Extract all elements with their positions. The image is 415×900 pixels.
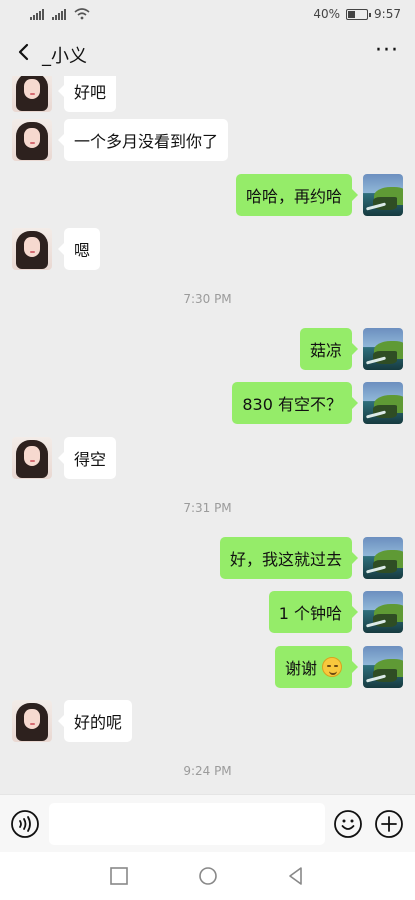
message-bubble[interactable]: 好的呢 [57,700,133,742]
message-left: 好的呢 [0,700,415,742]
message-right: 830 有空不？ [0,382,415,424]
square-icon[interactable] [109,866,129,886]
contact-avatar[interactable] [12,700,52,742]
timestamp: 9:24 PM [183,764,232,778]
contact-avatar[interactable] [12,76,52,112]
message-left: 一个多月没看到你了 [0,119,415,161]
message-right: 哈哈，再约哈 [0,174,415,216]
user-avatar[interactable] [363,328,403,370]
message-bubble[interactable]: 谢谢 [274,646,359,688]
message-left: 好吧 [0,76,415,112]
voice-icon[interactable] [10,809,40,839]
message-text: 好吧 [74,83,107,102]
message-bubble[interactable]: 得空 [57,437,117,479]
message-input-bar [0,794,415,852]
wifi-icon [74,8,90,20]
status-bar: 40% 9:57 [0,0,415,30]
more-dots-icon[interactable]: ··· [375,40,399,62]
timestamp: 7:30 PM [183,292,232,306]
message-text: 嗯 [74,241,91,260]
user-avatar[interactable] [363,537,403,579]
message-bubble[interactable]: 830 有空不？ [232,382,358,424]
signal-1-icon [30,8,44,20]
message-right: 谢谢 [0,646,415,688]
message-text: 菇凉 [309,341,342,360]
message-bubble[interactable]: 1 个钟哈 [268,591,359,633]
plus-circle-icon[interactable] [374,809,404,839]
chat-title: _小义 [42,46,87,67]
status-right: 40% 9:57 [313,7,401,21]
triangle-back-icon[interactable] [286,866,306,886]
blush-smile-emoji-icon [322,657,342,677]
message-right: 好，我这就过去 [0,537,415,579]
message-bubble[interactable]: 菇凉 [299,328,359,370]
battery-level [348,10,356,18]
message-text: 好的呢 [74,713,123,732]
message-input[interactable] [49,803,325,845]
message-bubble[interactable]: 好吧 [57,76,117,112]
message-text: 哈哈，再约哈 [245,187,342,206]
battery-percent: 40% [313,7,341,21]
battery-icon [346,8,372,20]
circle-icon[interactable] [198,866,218,886]
message-right: 菇凉 [0,328,415,370]
timestamp: 7:31 PM [183,501,232,515]
user-avatar[interactable] [363,646,403,688]
message-left: 嗯 [0,228,415,270]
user-avatar[interactable] [363,174,403,216]
signal-indicators [30,8,90,20]
message-right: 1 个钟哈 [0,591,415,633]
emoji-icon[interactable] [333,809,363,839]
message-text: 得空 [74,450,107,469]
message-bubble[interactable]: 哈哈，再约哈 [235,174,359,216]
chat-header: _小义 ··· [0,30,415,76]
message-text: 好，我这就过去 [229,550,342,569]
message-bubble[interactable]: 好，我这就过去 [219,537,359,579]
user-avatar[interactable] [363,591,403,633]
contact-avatar[interactable] [12,228,52,270]
system-navigation-bar [0,852,415,900]
message-left: 得空 [0,437,415,479]
user-avatar[interactable] [363,382,403,424]
signal-2-icon [52,8,66,20]
message-text: 一个多月没看到你了 [74,132,219,151]
chevron-left-icon[interactable] [12,40,36,64]
message-text: 830 有空不？ [242,395,342,414]
message-text: 谢谢 [284,659,317,678]
message-bubble[interactable]: 嗯 [57,228,101,270]
message-bubble[interactable]: 一个多月没看到你了 [57,119,229,161]
message-list[interactable]: 好吧 一个多月没看到你了 哈哈，再约哈 嗯 7:30 PM 菇凉 830 有空不… [0,76,415,794]
clock: 9:57 [374,7,401,21]
contact-avatar[interactable] [12,437,52,479]
contact-avatar[interactable] [12,119,52,161]
message-text: 1 个钟哈 [278,604,342,623]
